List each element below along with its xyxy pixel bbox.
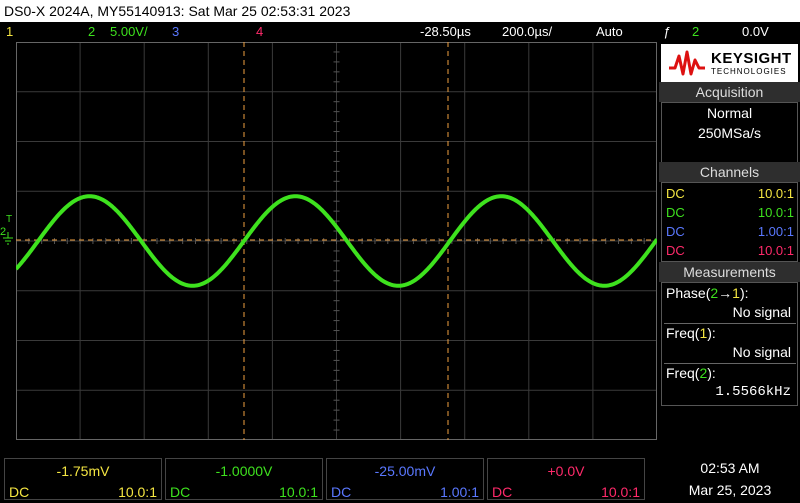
measurement-freq2-label[interactable]: Freq(2): [666,365,796,381]
channel-4-coupling: DC [666,243,685,258]
channel-3-coupling-label: DC [331,484,352,500]
channel-4-probe: 10.0:1 [757,243,794,258]
clock-date: Mar 25, 2023 [688,482,772,498]
channel-3-probe: 1.00:1 [757,224,794,239]
channels-box: DC 10.0:1 DC 10.0:1 DC 1.00:1 DC 10.0:1 [661,182,798,262]
channel-4-row[interactable]: DC 10.0:1 [666,242,794,260]
sample-rate: 250MSa/s [697,125,762,141]
channel-4-coupling-label: DC [492,484,513,500]
trigger-level[interactable]: 0.0V [742,22,769,42]
channel-2-probe: 10.0:1 [757,205,794,220]
time-offset[interactable]: -28.50µs [420,22,471,42]
measurement-label-suffix: ): [707,325,716,341]
measurement-source-a: 2 [710,285,719,301]
side-panel: KEYSIGHT TECHNOLOGIES Acquisition Normal… [659,42,800,440]
measurement-freq1-value: No signal [732,344,791,360]
measurement-label-text: Freq( [666,325,700,341]
waveform-display[interactable] [16,42,657,440]
measurement-label-suffix: ): [707,365,716,381]
window-title: DS0-X 2024A, MY55140913: Sat Mar 25 02:5… [0,0,800,22]
channel-2-offset-softkey[interactable]: -1.0000V DC 10.0:1 [165,458,323,500]
channel-offset-bar: -1.75mV DC 10.0:1 -1.0000V DC 10.0:1 -25… [0,456,655,503]
channel-3-indicator[interactable]: 3 [172,22,179,42]
channel-1-probe: 10.0:1 [757,186,794,201]
measurement-label-text: Phase( [666,285,711,301]
channel-1-probe-label: 10.0:1 [118,484,157,500]
channel-4-offset: +0.0V [547,463,585,479]
time-scale[interactable]: 200.0µs/ [502,22,552,42]
divider [664,363,796,364]
channels-header[interactable]: Channels [659,162,800,182]
channel-1-coupling: DC [666,186,685,201]
acquisition-mode: Normal [706,105,753,121]
ground-icon [3,232,13,245]
channel-2-offset: -1.0000V [215,463,273,479]
channel-2-scale[interactable]: 5.00V/ [110,22,148,42]
measurement-source-b: 1 [732,285,740,301]
channel-2-coupling: DC [666,205,685,220]
arrow-icon: → [718,285,733,301]
divider [664,323,796,324]
clock: 02:53 AM Mar 25, 2023 [660,456,800,503]
channel-1-row[interactable]: DC 10.0:1 [666,185,794,203]
clock-time: 02:53 AM [700,460,760,476]
keysight-logo: KEYSIGHT TECHNOLOGIES [661,44,798,84]
acquisition-box: Normal 250MSa/s [661,102,798,164]
channel-3-probe-label: 1.00:1 [440,484,479,500]
measurement-label-text: Freq( [666,365,700,381]
measurement-phase-label[interactable]: Phase(2→1): [666,285,796,301]
channel-3-row[interactable]: DC 1.00:1 [666,223,794,241]
channel-1-offset: -1.75mV [56,463,110,479]
channel-2-coupling-label: DC [170,484,191,500]
status-bar: 1 2 5.00V/ 3 4 -28.50µs 200.0µs/ Auto ƒ … [0,22,800,42]
keysight-wave-icon [669,50,705,76]
channel-1-coupling-label: DC [9,484,30,500]
channel-4-probe-label: 10.0:1 [601,484,640,500]
logo-subtitle: TECHNOLOGIES [711,67,787,76]
trigger-level-marker[interactable]: T [6,214,12,225]
measurements-box: Phase(2→1): No signal Freq(1): No signal… [661,282,798,406]
channel-1-indicator[interactable]: 1 [6,22,13,42]
channel-3-coupling: DC [666,224,685,239]
measurement-phase-value: No signal [732,304,791,320]
measurements-header[interactable]: Measurements [659,262,800,282]
trigger-edge-icon: ƒ [663,24,671,39]
trigger-mode[interactable]: Auto [596,22,623,42]
channel-4-offset-softkey[interactable]: +0.0V DC 10.0:1 [487,458,645,500]
channel-3-offset-softkey[interactable]: -25.00mV DC 1.00:1 [326,458,484,500]
channel-2-probe-label: 10.0:1 [279,484,318,500]
channel-4-indicator[interactable]: 4 [256,22,263,42]
channel-3-offset: -25.00mV [374,463,436,479]
measurement-label-suffix: ): [739,285,749,301]
trigger-channel[interactable]: 2 [692,22,699,42]
channel-2-indicator[interactable]: 2 [88,22,95,42]
logo-name: KEYSIGHT [711,50,792,67]
measurement-freq1-label[interactable]: Freq(1): [666,325,796,341]
channel-2-row[interactable]: DC 10.0:1 [666,204,794,222]
acquisition-header[interactable]: Acquisition [659,82,800,102]
measurement-freq2-value: 1.5566kHz [715,384,791,400]
channel-1-offset-softkey[interactable]: -1.75mV DC 10.0:1 [4,458,162,500]
